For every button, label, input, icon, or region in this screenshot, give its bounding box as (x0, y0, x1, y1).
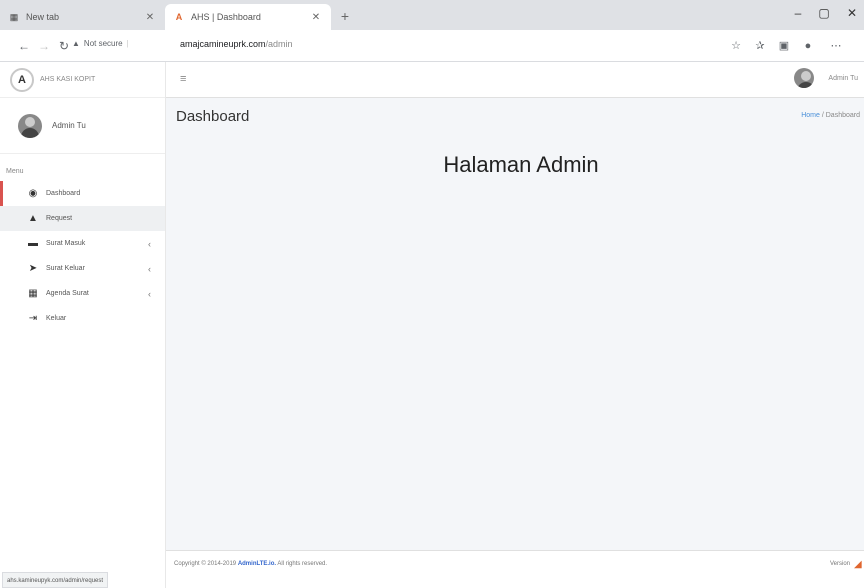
sidebar-item-agenda-surat[interactable]: ▦ Agenda Surat ‹ (0, 281, 165, 306)
sidebar-item-request[interactable]: ▲ Request (0, 206, 165, 231)
page-title: Dashboard (176, 108, 250, 125)
sidebar-item-label: Dashboard (46, 190, 81, 197)
user-name: Admin Tu (52, 121, 86, 130)
sidebar-item-keluar[interactable]: ⇥ Keluar (0, 306, 165, 331)
sidebar-item-label: Surat Keluar (46, 265, 85, 272)
star-icon[interactable]: ☆ (728, 38, 744, 54)
chevron-left-icon: ‹ (148, 288, 151, 299)
version-label: Version (829, 561, 850, 567)
copyright-text: Copyright © 2014-2019 AdminLTE.io. All r… (174, 561, 327, 567)
sidebar-item-label: Surat Masuk (46, 240, 86, 247)
tab-title: AHS | Dashboard (191, 12, 261, 22)
sidebar-item-surat-keluar[interactable]: ➤ Surat Keluar ‹ (0, 256, 165, 281)
copyright-prefix: Copyright © 2014-2019 (174, 561, 237, 567)
url-field[interactable]: amajcamineuprk.com/admin (180, 39, 293, 49)
forward-icon[interactable]: → (36, 38, 52, 54)
security-indicator[interactable]: ▲ Not secure | (72, 39, 129, 48)
edge-logo-icon: ◢ (854, 559, 862, 570)
navbar-user-name: Admin Tu (828, 74, 858, 82)
avatar (794, 68, 815, 88)
close-icon[interactable]: ✕ (309, 12, 323, 23)
maximize-button[interactable]: ▢ (814, 6, 834, 20)
content-area: Dashboard Home / Dashboard Halaman Admin (166, 98, 864, 550)
copyright-brand-link[interactable]: AdminLTE.io. (238, 561, 276, 567)
send-icon: ➤ (28, 263, 38, 274)
new-tab-button[interactable]: + (336, 7, 354, 25)
sidebar-item-label: Agenda Surat (46, 290, 89, 297)
breadcrumb-separator: / (821, 112, 824, 119)
chevron-left-icon: ‹ (148, 263, 151, 274)
more-icon[interactable]: ⋯ (828, 38, 844, 54)
brand-text: AHS KASI KOPIT (40, 76, 96, 83)
address-bar: ← → ↻ ▲ Not secure | amajcamineuprk.com/… (0, 30, 864, 62)
menu-toggle-icon[interactable]: ≡ (180, 73, 186, 85)
warning-icon: ▲ (72, 39, 80, 48)
status-bar-url: ahs.kamineupyk.com/admin/request (2, 572, 109, 588)
profile-icon[interactable]: ● (800, 38, 816, 54)
avatar (18, 113, 42, 138)
copyright-suffix: All rights reserved. (277, 561, 328, 567)
url-host: amajcamineuprk.com (180, 39, 266, 49)
dashboard-icon: ◉ (28, 188, 38, 199)
url-path: /admin (265, 39, 293, 49)
inbox-icon: ▬ (28, 238, 38, 249)
security-label: Not secure (83, 39, 123, 48)
grid-icon: ▦ (9, 11, 19, 22)
browser-tab-new[interactable]: ▦ New tab ✕ (0, 4, 165, 30)
navbar-user-menu[interactable]: Admin Tu (794, 68, 858, 88)
tab-title: New tab (26, 12, 60, 22)
footer: Copyright © 2014-2019 AdminLTE.io. All r… (166, 550, 864, 588)
close-window-button[interactable]: ✕ (842, 6, 862, 20)
sidebar-item-label: Request (46, 215, 73, 222)
app-favicon: A (175, 12, 183, 22)
reload-icon[interactable]: ↻ (56, 38, 72, 54)
browser-tab-dashboard[interactable]: A AHS | Dashboard ✕ (165, 4, 331, 30)
chevron-left-icon: ‹ (148, 238, 151, 249)
brand-logo: A (10, 67, 34, 92)
favorites-icon[interactable]: ✰ (752, 38, 768, 54)
sidebar-item-dashboard[interactable]: ◉ Dashboard (0, 181, 165, 206)
top-navbar: ≡ Admin Tu (166, 62, 864, 98)
sidebar-item-label: Keluar (46, 315, 67, 322)
back-icon[interactable]: ← (16, 38, 32, 54)
breadcrumb-home-link[interactable]: Home (801, 112, 820, 119)
browser-tab-strip: ▦ New tab ✕ A AHS | Dashboard ✕ + – ▢ ✕ (0, 0, 864, 30)
close-icon[interactable]: ✕ (143, 12, 157, 23)
sidebar-item-surat-masuk[interactable]: ▬ Surat Masuk ‹ (0, 231, 165, 256)
admin-heading: Halaman Admin (443, 152, 599, 177)
minimize-button[interactable]: – (788, 6, 808, 20)
menu-header: Menu (6, 168, 24, 175)
logout-icon: ⇥ (28, 313, 38, 324)
book-icon: ▦ (28, 288, 38, 299)
breadcrumb-current: Dashboard (825, 112, 860, 119)
collections-icon[interactable]: ▣ (776, 38, 792, 54)
user-panel[interactable]: Admin Tu (0, 98, 165, 154)
brand[interactable]: A AHS KASI KOPIT (0, 62, 165, 98)
bell-icon: ▲ (28, 213, 38, 224)
divider: | (126, 39, 129, 48)
breadcrumb: Home / Dashboard (801, 112, 860, 119)
sidebar: A AHS KASI KOPIT Admin Tu Menu ◉ Dashboa… (0, 62, 166, 588)
